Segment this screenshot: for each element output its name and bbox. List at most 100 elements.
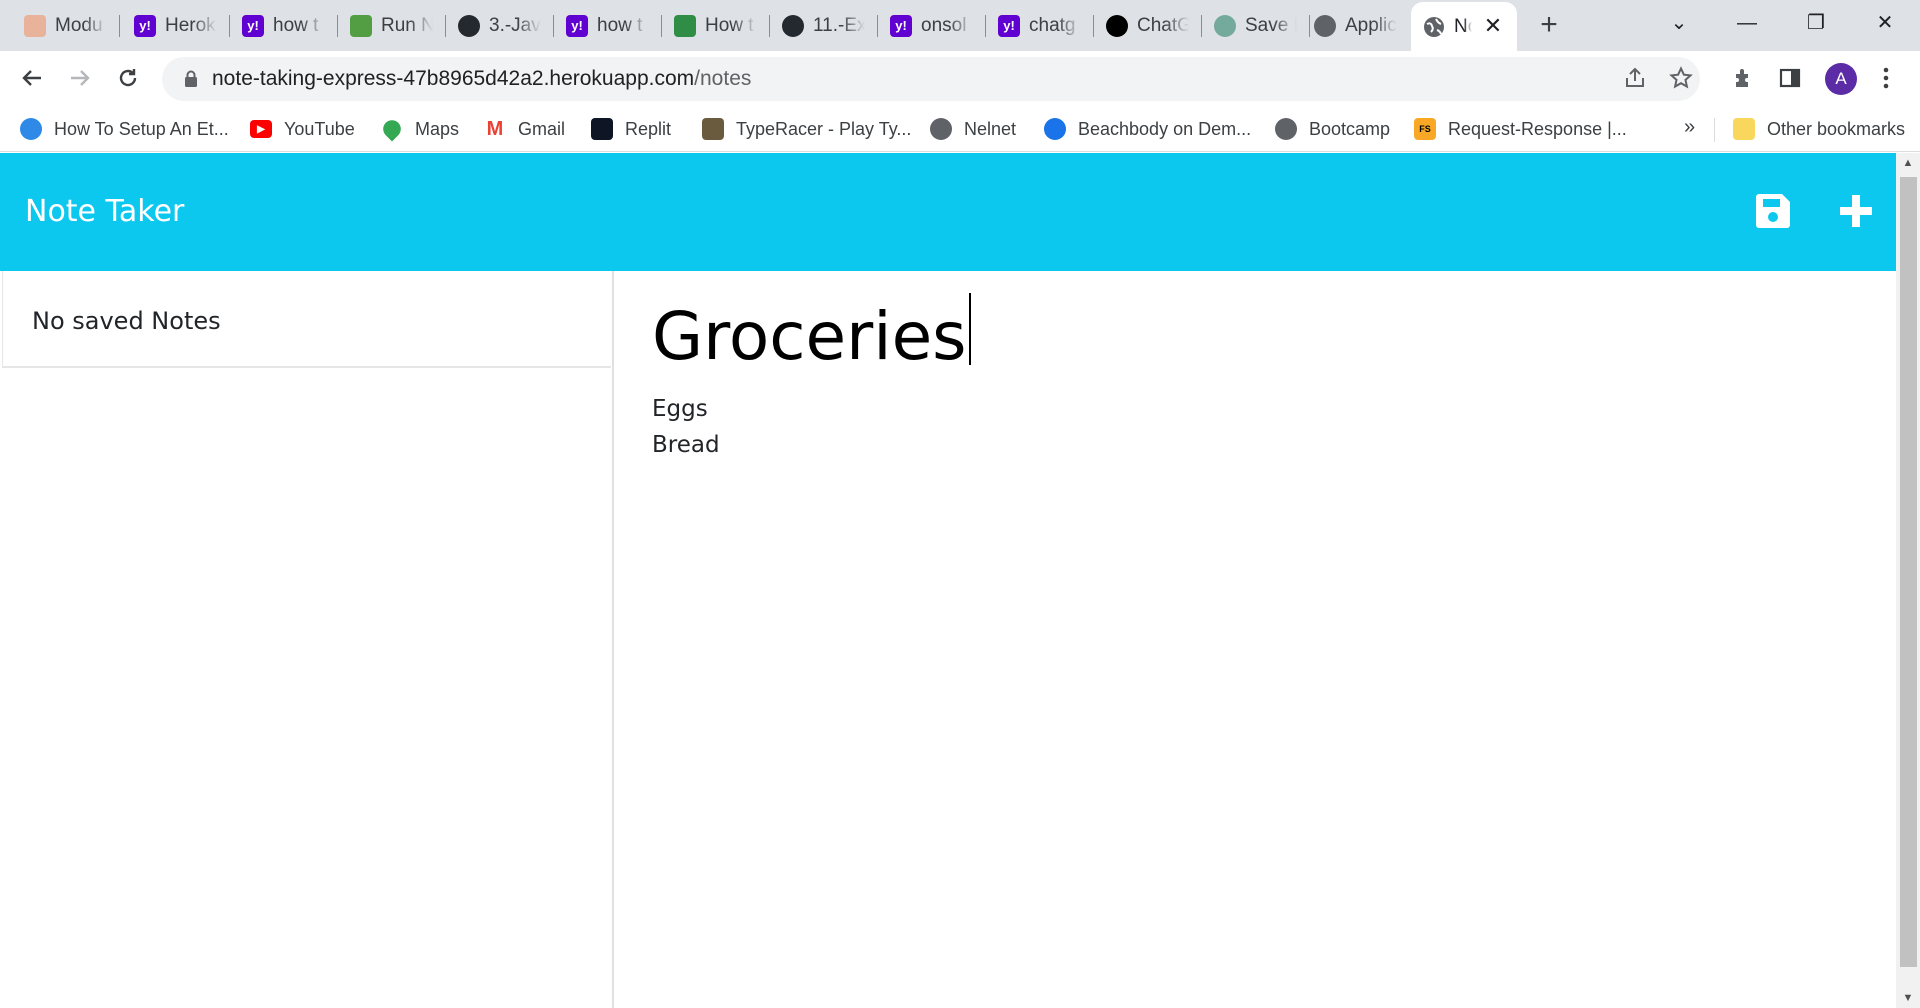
bookmark-label: Request-Response |... bbox=[1448, 118, 1627, 139]
tab-title: Herok bbox=[165, 14, 216, 36]
browser-tab[interactable]: y! chatg bbox=[986, 8, 1094, 43]
text-caret bbox=[968, 293, 971, 365]
bookmarks-overflow-icon[interactable]: » bbox=[1684, 116, 1695, 139]
maps-icon bbox=[379, 116, 405, 142]
browser-tab[interactable]: Applic bbox=[1302, 8, 1407, 43]
fs-icon: FS bbox=[1414, 118, 1436, 140]
bookmark-item[interactable]: Replit bbox=[591, 114, 671, 144]
browser-tab[interactable]: 11.-Ex bbox=[770, 8, 878, 43]
new-note-button[interactable] bbox=[1836, 191, 1876, 231]
bookmark-item[interactable]: Nelnet bbox=[930, 114, 1016, 144]
browser-tab[interactable]: Modu bbox=[12, 8, 120, 43]
browser-tab[interactable]: How t bbox=[662, 8, 770, 43]
bookmark-label: Nelnet bbox=[964, 118, 1017, 139]
reload-icon bbox=[119, 69, 137, 87]
scroll-up-icon[interactable]: ▲ bbox=[1896, 153, 1920, 173]
side-panel-icon[interactable] bbox=[1772, 60, 1808, 96]
menu-icon[interactable] bbox=[1868, 60, 1904, 96]
tab-search-icon[interactable]: ⌄ bbox=[1656, 6, 1702, 40]
chatgpt-icon bbox=[1214, 14, 1236, 37]
bookmark-item[interactable]: M Gmail bbox=[484, 114, 565, 144]
github-icon bbox=[458, 14, 480, 37]
note-editor: Eggs Bread bbox=[614, 271, 1896, 1008]
bookmark-item[interactable]: TypeRacer - Play Ty... bbox=[702, 114, 911, 144]
bookmark-label: YouTube bbox=[284, 118, 355, 139]
youtube-icon: ▶ bbox=[250, 120, 272, 138]
geeksforgeeks-icon bbox=[674, 14, 696, 37]
browser-tab[interactable]: y! how t bbox=[554, 8, 662, 43]
page-scrollbar[interactable]: ▲ ▼ bbox=[1896, 153, 1920, 1008]
globe-icon bbox=[1314, 14, 1336, 37]
minimize-button[interactable]: — bbox=[1724, 6, 1770, 40]
bookmark-item[interactable]: FS Request-Response |... bbox=[1414, 114, 1627, 144]
profile-avatar[interactable]: A bbox=[1825, 63, 1857, 95]
forward-button[interactable] bbox=[62, 60, 98, 96]
save-note-button[interactable] bbox=[1753, 191, 1793, 231]
browser-tab[interactable]: y! onsol bbox=[878, 8, 986, 43]
tab-title: how t bbox=[273, 14, 319, 36]
notes-sidebar: No saved Notes bbox=[0, 271, 614, 1008]
tab-title: ChatG bbox=[1137, 14, 1189, 36]
yahoo-icon: y! bbox=[566, 14, 588, 37]
bookmark-item[interactable]: Beachbody on Dem... bbox=[1044, 114, 1251, 144]
scrollbar-thumb[interactable] bbox=[1900, 177, 1917, 967]
yahoo-icon: y! bbox=[134, 14, 156, 37]
folder-icon bbox=[1733, 118, 1755, 140]
extensions-icon[interactable] bbox=[1726, 60, 1762, 96]
url-text: note-taking-express-47b8965d42a2.herokua… bbox=[212, 67, 752, 90]
web-page: Note Taker No saved Notes Eggs Bread bbox=[0, 153, 1896, 1008]
active-tab[interactable]: Note ✕ bbox=[1411, 2, 1517, 51]
github-icon bbox=[782, 14, 804, 37]
other-bookmarks-label: Other bookmarks bbox=[1767, 118, 1906, 139]
bookmark-label: Beachbody on Dem... bbox=[1078, 118, 1252, 139]
active-tab-title: Note bbox=[1454, 15, 1472, 37]
browser-tab[interactable]: Save I bbox=[1202, 8, 1310, 43]
bookmark-item[interactable]: ▶ YouTube bbox=[250, 114, 355, 144]
browser-tab[interactable]: y! Herok bbox=[122, 8, 230, 43]
bookmarks-divider bbox=[1714, 118, 1715, 142]
list-item: No saved Notes bbox=[2, 271, 611, 368]
window-close-button[interactable]: ✕ bbox=[1862, 6, 1908, 40]
bookmark-label: Bootcamp bbox=[1309, 118, 1391, 139]
share-icon[interactable] bbox=[1622, 66, 1648, 92]
browser-tab[interactable]: y! how t bbox=[230, 8, 338, 43]
restore-button[interactable]: ❐ bbox=[1793, 6, 1839, 40]
yahoo-icon: y! bbox=[998, 14, 1020, 37]
empty-notes-message: No saved Notes bbox=[32, 307, 221, 335]
scroll-down-icon[interactable]: ▼ bbox=[1896, 988, 1920, 1008]
globe-icon bbox=[1423, 16, 1445, 38]
app-title[interactable]: Note Taker bbox=[25, 194, 184, 229]
gmail-icon: M bbox=[486, 117, 504, 140]
tab-title: Applic bbox=[1345, 14, 1397, 36]
tab-title: chatg bbox=[1029, 14, 1076, 36]
beachbody-icon bbox=[1044, 118, 1066, 140]
note-text-area[interactable]: Eggs Bread bbox=[652, 391, 1852, 991]
module-icon bbox=[24, 14, 46, 37]
tab-strip: Modu y! Herok y! how t Run N 3.-Jav y! how t How … bbox=[0, 0, 1920, 51]
bookmark-label: How To Setup An Et... bbox=[54, 118, 229, 139]
address-bar[interactable]: note-taking-express-47b8965d42a2.herokua… bbox=[162, 57, 1700, 101]
bookmark-item[interactable]: Bootcamp bbox=[1275, 114, 1390, 144]
plus-icon bbox=[1840, 195, 1872, 227]
bookmark-item[interactable]: Maps bbox=[379, 114, 459, 144]
other-bookmarks[interactable]: Other bookmarks bbox=[1733, 114, 1905, 144]
note-title-input[interactable] bbox=[652, 291, 1552, 381]
tab-close-icon[interactable]: ✕ bbox=[1481, 14, 1505, 38]
tab-title: onsol bbox=[921, 14, 967, 36]
tab-title: 11.-Ex bbox=[813, 14, 865, 36]
ethereum-icon bbox=[20, 118, 42, 140]
replit-icon bbox=[591, 118, 613, 140]
browser-tab[interactable]: ChatG bbox=[1094, 8, 1202, 43]
tab-title: how t bbox=[597, 14, 643, 36]
yahoo-icon: y! bbox=[890, 14, 912, 37]
bookmark-star-icon[interactable] bbox=[1668, 66, 1694, 92]
browser-tab[interactable]: Run N bbox=[338, 8, 446, 43]
globe-icon bbox=[930, 118, 952, 140]
reload-button[interactable] bbox=[110, 60, 146, 96]
bookmark-label: TypeRacer - Play Ty... bbox=[736, 118, 912, 139]
back-button[interactable] bbox=[14, 60, 50, 96]
browser-tab[interactable]: 3.-Jav bbox=[446, 8, 554, 43]
bookmark-item[interactable]: How To Setup An Et... bbox=[20, 114, 229, 144]
new-tab-button[interactable]: + bbox=[1537, 9, 1561, 41]
globe-icon bbox=[1275, 118, 1297, 140]
